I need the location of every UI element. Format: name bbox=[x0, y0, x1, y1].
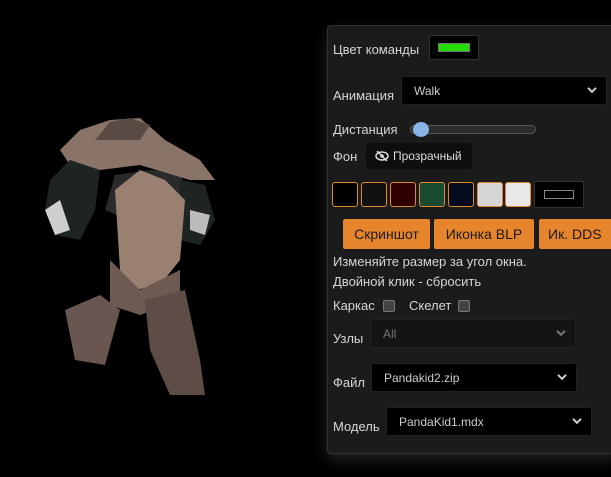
team-color-picker[interactable] bbox=[429, 35, 479, 60]
skeleton-checkbox[interactable] bbox=[458, 300, 470, 312]
model-label: Модель bbox=[333, 419, 380, 434]
model-select[interactable]: PandaKid1.mdx bbox=[386, 407, 592, 436]
chevron-down-icon bbox=[587, 86, 597, 93]
chevron-down-icon bbox=[556, 329, 566, 336]
team-color-swatch bbox=[438, 43, 470, 52]
nodes-value: All bbox=[383, 326, 397, 341]
distance-label: Дистанция bbox=[333, 122, 398, 137]
transparent-button-label: Прозрачный bbox=[393, 149, 462, 163]
model-value: PandaKid1.mdx bbox=[399, 414, 484, 429]
custom-color-preview bbox=[544, 190, 574, 199]
animation-select[interactable]: Walk bbox=[401, 76, 607, 105]
background-swatch[interactable] bbox=[419, 182, 445, 207]
transparent-background-button[interactable]: Прозрачный bbox=[366, 143, 472, 169]
animation-value: Walk bbox=[414, 83, 441, 98]
background-swatch[interactable] bbox=[390, 182, 416, 207]
resize-hint: Изменяйте размер за угол окна. bbox=[333, 254, 527, 269]
reset-hint: Двойной клик - сбросить bbox=[333, 274, 482, 289]
skeleton-label: Скелет bbox=[409, 298, 452, 313]
background-swatch[interactable] bbox=[448, 182, 474, 207]
screenshot-button[interactable]: Скриншот bbox=[343, 219, 430, 249]
animation-label: Анимация bbox=[333, 88, 395, 103]
background-label: Фон bbox=[333, 149, 358, 164]
chevron-down-icon bbox=[572, 417, 582, 424]
eye-slash-icon bbox=[375, 150, 389, 162]
background-swatch[interactable] bbox=[477, 182, 503, 207]
wireframe-checkbox[interactable] bbox=[383, 300, 395, 312]
nodes-select[interactable]: All bbox=[370, 319, 576, 348]
file-value: Pandakid2.zip bbox=[384, 370, 460, 385]
team-color-label: Цвет команды bbox=[333, 42, 420, 57]
nodes-label: Узлы bbox=[333, 331, 364, 346]
file-label: Файл bbox=[333, 375, 365, 390]
background-swatch[interactable] bbox=[505, 182, 531, 207]
icon-blp-button[interactable]: Иконка BLP bbox=[434, 219, 534, 249]
file-select[interactable]: Pandakid2.zip bbox=[371, 363, 577, 392]
icon-dds-button[interactable]: Ик. DDS bbox=[539, 219, 611, 249]
model-viewport-character[interactable] bbox=[40, 110, 240, 400]
background-swatch[interactable] bbox=[332, 182, 358, 207]
wireframe-label: Каркас bbox=[333, 298, 375, 313]
custom-background-color-picker[interactable] bbox=[534, 181, 584, 208]
chevron-down-icon bbox=[557, 373, 567, 380]
background-swatch[interactable] bbox=[361, 182, 387, 207]
